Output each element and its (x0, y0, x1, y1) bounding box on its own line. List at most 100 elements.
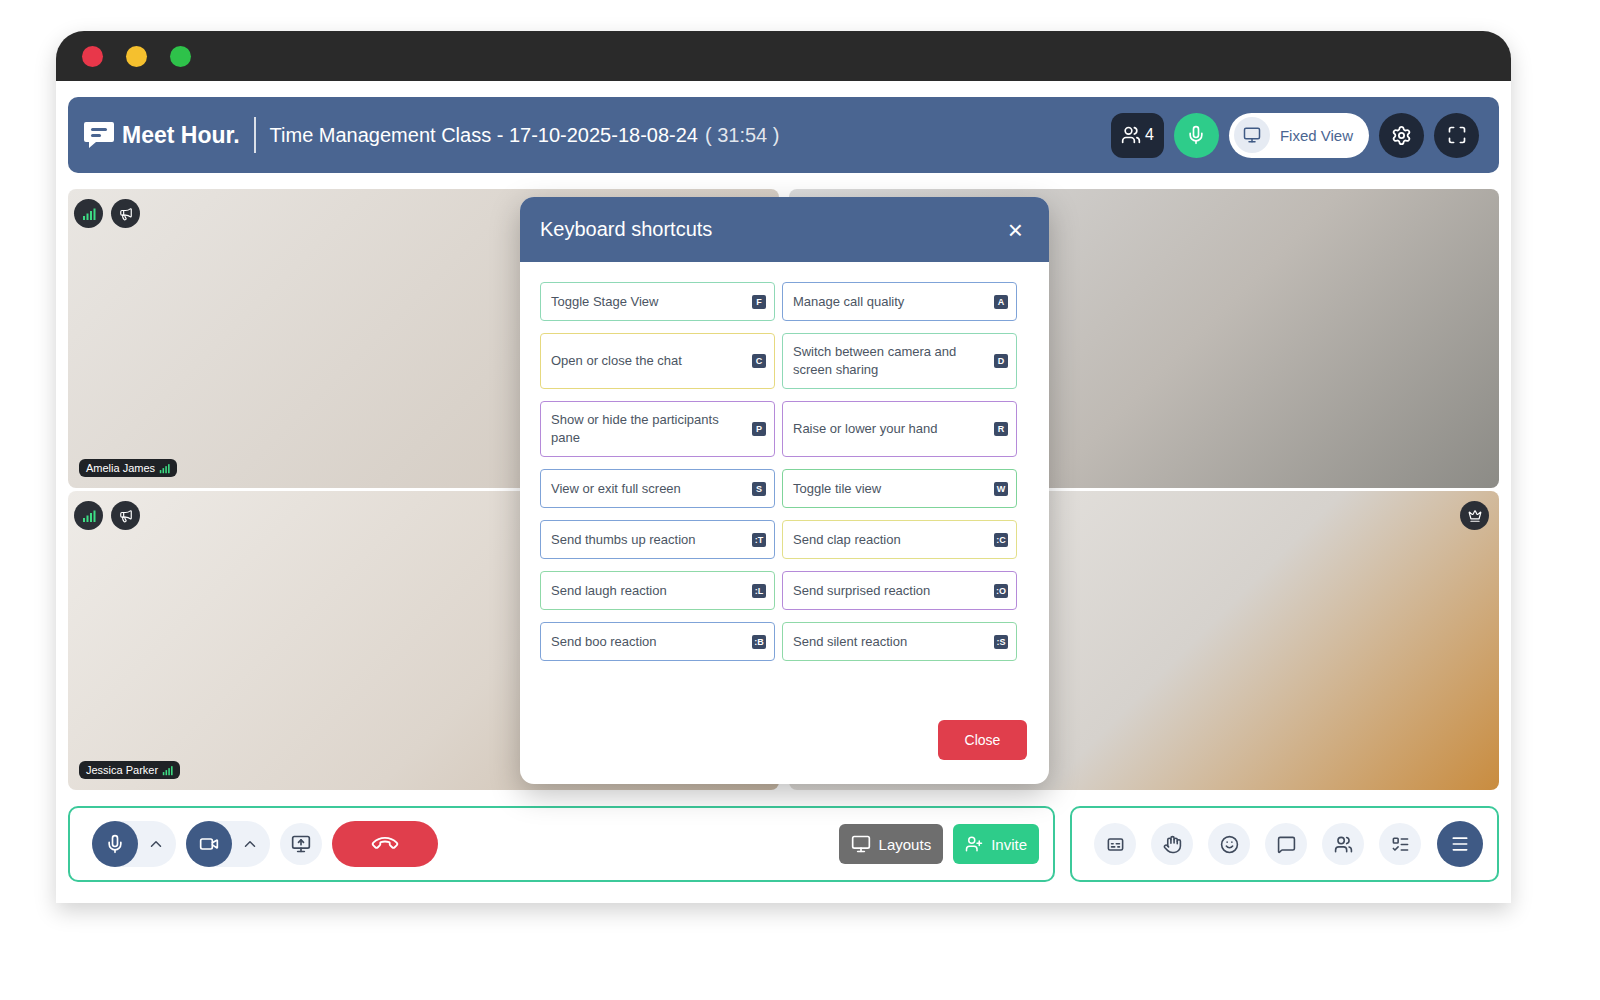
shortcut-item: Send silent reaction :S (782, 622, 1017, 661)
shortcut-item: Open or close the chat C (540, 333, 775, 389)
announce-indicator[interactable] (111, 501, 140, 530)
shortcut-key: :O (994, 584, 1008, 598)
minimize-dot[interactable] (126, 46, 147, 67)
participant-name-tag: Jessica Parker (79, 761, 180, 779)
participants-count-button[interactable]: 4 (1111, 113, 1164, 158)
megaphone-icon (119, 509, 133, 523)
layouts-button[interactable]: Layouts (839, 824, 944, 864)
shortcut-item: Toggle Stage View F (540, 282, 775, 321)
gear-icon (1391, 125, 1412, 146)
announce-indicator[interactable] (111, 199, 140, 228)
mic-icon (105, 834, 125, 854)
shortcut-item: View or exit full screenS (540, 469, 775, 508)
shortcut-item: Send laugh reaction:L (540, 571, 775, 610)
meeting-header: Meet Hour. Time Management Class - 17-10-… (68, 97, 1499, 173)
window-titlebar (56, 31, 1511, 81)
logo-text: Meet Hour. (122, 122, 240, 149)
shortcut-item: Send clap reaction :C (782, 520, 1017, 559)
view-mode-button[interactable]: Fixed View (1229, 113, 1369, 158)
chevron-up-icon (147, 835, 165, 853)
participants-button[interactable] (1322, 823, 1364, 865)
shortcut-list[interactable]: Toggle Stage ViewFManage call qualityAOp… (520, 262, 1049, 708)
keyboard-shortcuts-dialog: Keyboard shortcuts × Toggle Stage View F Man… (520, 197, 1049, 784)
users-icon (1121, 125, 1141, 145)
shortcut-label: Raise or lower your hand (793, 420, 938, 438)
user-plus-icon (965, 835, 983, 853)
shortcut-item: Raise or lower your hand R (782, 401, 1017, 457)
shortcut-key: :T (752, 533, 766, 547)
shortcut-key: :C (994, 533, 1008, 547)
logo-icon (82, 119, 116, 151)
dialog-header: Keyboard shortcuts × (520, 197, 1049, 262)
raise-hand-button[interactable] (1151, 823, 1193, 865)
settings-button[interactable] (1379, 113, 1424, 158)
menu-icon (1450, 834, 1470, 854)
shortcut-key: :S (994, 635, 1008, 649)
camera-button[interactable] (186, 821, 232, 867)
logo: Meet Hour. (82, 119, 240, 151)
captions-button[interactable] (1094, 823, 1136, 865)
tile-indicators (74, 199, 140, 228)
signal-icon (82, 207, 96, 221)
header-controls: 4 Fixed View (1111, 113, 1479, 158)
shortcut-key: A (994, 295, 1008, 309)
shortcut-label: Switch between camera and screen sharing (793, 343, 973, 379)
camera-options-button[interactable] (236, 830, 264, 858)
shortcut-label: Send clap reaction (793, 531, 901, 549)
hand-icon (1163, 835, 1182, 854)
mic-group (92, 821, 176, 867)
shortcut-key: R (994, 422, 1008, 436)
reactions-button[interactable] (1208, 823, 1250, 865)
shortcut-label: Toggle tile view (793, 480, 881, 498)
crown-icon (1468, 509, 1482, 523)
captions-icon (1106, 835, 1125, 854)
maximize-dot[interactable] (170, 46, 191, 67)
extra-controls (1070, 806, 1499, 882)
users-icon (1334, 835, 1353, 854)
shortcut-key: S (752, 482, 766, 496)
monitor-icon (1243, 126, 1261, 144)
mic-button[interactable] (92, 821, 138, 867)
shortcut-key: D (994, 354, 1008, 368)
connection-indicator[interactable] (74, 199, 103, 228)
more-menu-button[interactable] (1437, 821, 1483, 867)
bottom-toolbar: LayoutsInvite (68, 806, 1499, 882)
shortcut-label: Toggle Stage View (551, 293, 658, 311)
shortcut-label: Send laugh reaction (551, 582, 667, 600)
shortcut-key: :B (752, 635, 766, 649)
shortcut-label: Show or hide the participants pane (551, 411, 731, 447)
close-dot[interactable] (82, 46, 103, 67)
shortcut-item: Toggle tile view W (782, 469, 1017, 508)
mic-options-button[interactable] (142, 830, 170, 858)
shortcut-key: C (752, 354, 766, 368)
signal-icon (159, 463, 170, 474)
fullscreen-button[interactable] (1434, 113, 1479, 158)
dialog-close-x[interactable]: × (1004, 217, 1027, 243)
list-button[interactable] (1379, 823, 1421, 865)
meeting-content: Meet Hour. Time Management Class - 17-10-… (56, 81, 1511, 903)
megaphone-icon (119, 207, 133, 221)
hangup-button[interactable] (332, 821, 438, 867)
dialog-title: Keyboard shortcuts (540, 218, 712, 241)
close-button[interactable]: Close (938, 720, 1027, 760)
shortcut-label: Open or close the chat (551, 352, 682, 370)
share-screen-button[interactable] (280, 823, 322, 865)
speaker-mic-button[interactable] (1174, 113, 1219, 158)
shortcut-label: Send surprised reaction (793, 582, 930, 600)
shortcut-key: W (994, 482, 1008, 496)
invite-button[interactable]: Invite (953, 824, 1039, 864)
participant-name-tag: Amelia James (79, 459, 177, 477)
shortcut-key: P (752, 422, 766, 436)
shortcut-item: Manage call qualityA (782, 282, 1017, 321)
list-icon (1391, 835, 1410, 854)
camera-icon (199, 834, 219, 854)
shortcut-label: Send silent reaction (793, 633, 907, 651)
page: Meet Hour. Time Management Class - 17-10-… (0, 0, 1600, 1000)
smile-icon (1220, 835, 1239, 854)
hangup-icon (369, 828, 400, 859)
chat-button[interactable] (1265, 823, 1307, 865)
meeting-title: Time Management Class - 17-10-2025-18-08… (270, 124, 780, 147)
shortcut-key: F (752, 295, 766, 309)
connection-indicator[interactable] (74, 501, 103, 530)
mic-icon (1186, 125, 1206, 145)
